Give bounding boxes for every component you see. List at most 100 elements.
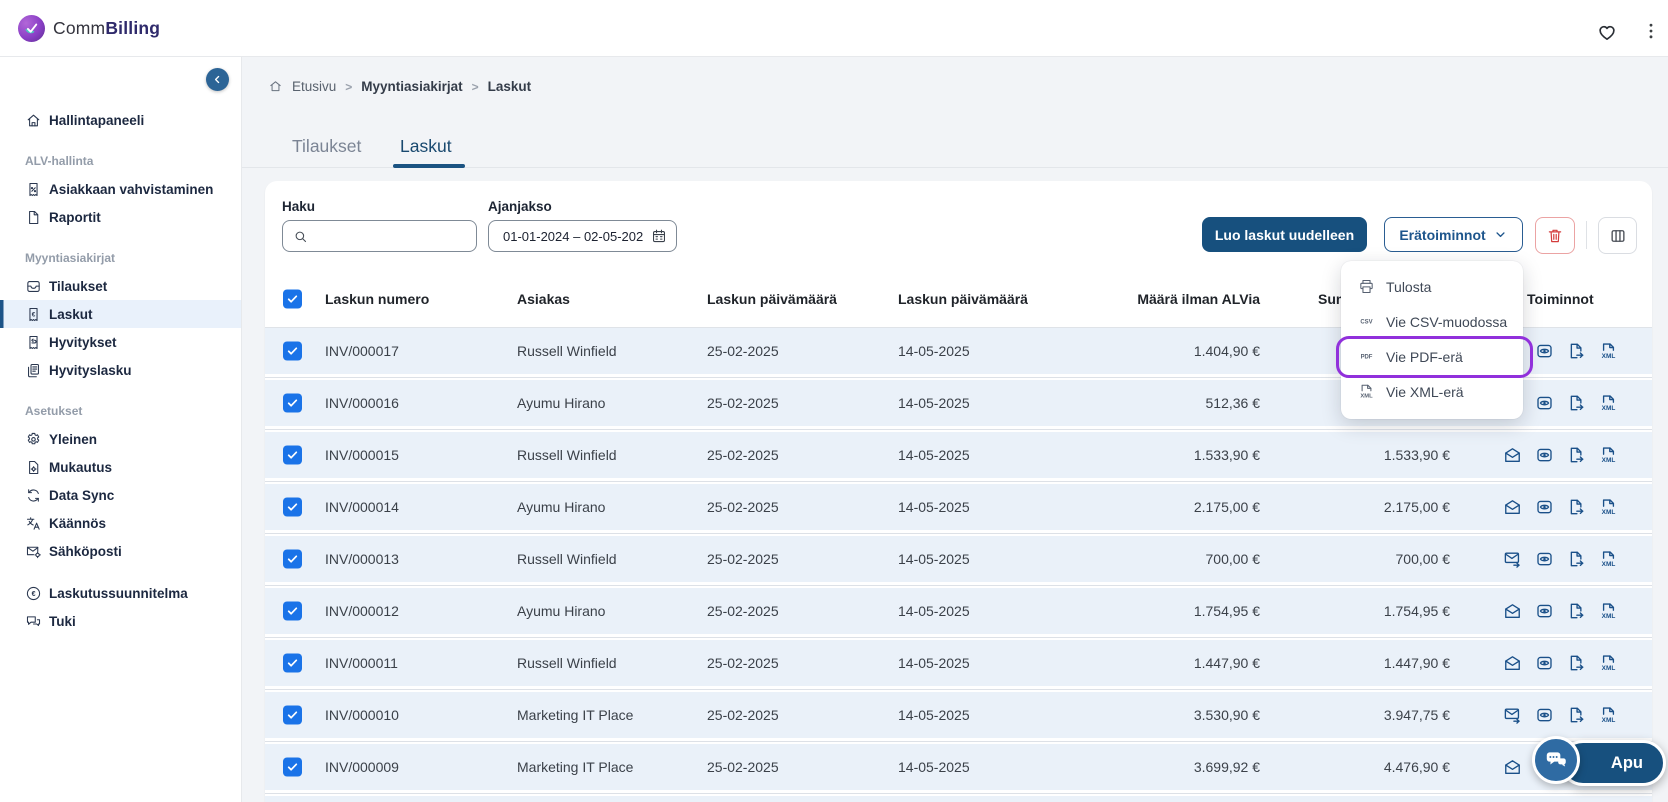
eye-icon[interactable] <box>1535 706 1554 725</box>
invoice-number: INV/000014 <box>325 499 399 515</box>
file-export-icon[interactable] <box>1567 498 1586 517</box>
sidebar-collapse-button[interactable] <box>206 68 229 91</box>
menu-item-vie-csv-muodossa[interactable]: CSV Vie CSV-muodossa <box>1341 304 1523 339</box>
recreate-invoices-button[interactable]: Luo laskut uudelleen <box>1202 217 1367 252</box>
eye-icon[interactable] <box>1535 550 1554 569</box>
sidebar-item-k-nn-s[interactable]: Käännös <box>0 509 241 537</box>
breadcrumb-home-icon[interactable] <box>268 79 283 94</box>
due-date: 14-05-2025 <box>898 759 970 775</box>
sidebar-item-data-sync[interactable]: Data Sync <box>0 481 241 509</box>
eye-icon[interactable] <box>1535 498 1554 517</box>
mail-open-icon[interactable] <box>1503 446 1522 465</box>
sidebar-item-s-hk-posti[interactable]: Sähköposti <box>0 537 241 565</box>
invoice-number: INV/000011 <box>325 655 398 671</box>
xml-icon[interactable]: XML <box>1599 446 1618 465</box>
eye-icon[interactable] <box>1535 446 1554 465</box>
file-export-icon[interactable] <box>1567 654 1586 673</box>
file-export-icon[interactable] <box>1567 706 1586 725</box>
invoice-date: 25-02-2025 <box>707 395 779 411</box>
mail-open-icon[interactable] <box>1503 758 1522 777</box>
eye-icon[interactable] <box>1535 342 1554 361</box>
menu-item-vie-xml-er-[interactable]: XML Vie XML-erä <box>1341 374 1523 409</box>
search-field[interactable] <box>315 221 476 251</box>
select-all-checkbox[interactable] <box>283 289 302 308</box>
tab-laskut[interactable]: Laskut <box>400 131 452 161</box>
xml-icon[interactable]: XML <box>1599 342 1618 361</box>
eye-icon[interactable] <box>1535 394 1554 413</box>
row-checkbox[interactable] <box>283 445 302 465</box>
row-checkbox[interactable] <box>283 601 302 621</box>
inbox-icon <box>25 278 42 295</box>
period-input[interactable]: 01-01-2024 – 02-05-202 <box>488 220 677 252</box>
invoice-number: INV/000013 <box>325 551 399 567</box>
breadcrumb-item[interactable]: Laskut <box>488 79 532 94</box>
row-actions: XML <box>1503 654 1618 673</box>
batch-actions-menu: Tulosta CSV Vie CSV-muodossa PDF Vie PDF-erä… <box>1341 261 1523 419</box>
svg-text:XML: XML <box>1602 405 1616 412</box>
printer-icon <box>1358 278 1375 295</box>
file-export-icon[interactable] <box>1567 342 1586 361</box>
row-checkbox[interactable] <box>283 653 302 673</box>
row-checkbox[interactable] <box>283 393 302 413</box>
sidebar-item-mukautus[interactable]: Mukautus <box>0 453 241 481</box>
sidebar-item-hyvityslasku[interactable]: Hyvityslasku <box>0 356 241 384</box>
search-input[interactable] <box>282 220 477 252</box>
sidebar-item-tilaukset[interactable]: Tilaukset <box>0 272 241 300</box>
row-checkbox[interactable] <box>283 757 302 777</box>
sidebar-item-laskutussuunnitelma[interactable]: € Laskutussuunnitelma <box>0 579 241 607</box>
chat-icon[interactable] <box>1532 736 1580 784</box>
file-export-icon[interactable] <box>1567 602 1586 621</box>
xml-icon[interactable]: XML <box>1599 498 1618 517</box>
sidebar-item-hyvitykset[interactable]: Hyvitykset <box>0 328 241 356</box>
xml-icon: XML <box>1358 383 1375 400</box>
menu-item-tulosta[interactable]: Tulosta <box>1341 269 1523 304</box>
kebab-menu-icon[interactable] <box>1641 21 1661 41</box>
toolbar-divider <box>1586 221 1587 249</box>
due-date: 14-05-2025 <box>898 603 970 619</box>
delete-button[interactable] <box>1535 217 1575 254</box>
sidebar-item-yleinen[interactable]: Yleinen <box>0 425 241 453</box>
customer-name: Russell Winfield <box>517 551 617 567</box>
sidebar-item-raportit[interactable]: Raportit <box>0 203 241 231</box>
sidebar-item-tuki[interactable]: Tuki <box>0 607 241 635</box>
row-checkbox[interactable] <box>283 705 302 725</box>
row-checkbox[interactable] <box>283 497 302 517</box>
file-export-icon[interactable] <box>1567 550 1586 569</box>
heart-icon[interactable] <box>1596 21 1618 43</box>
sidebar-section-label: ALV-hallinta <box>25 154 94 168</box>
breadcrumb-item[interactable]: Etusivu <box>292 79 336 94</box>
xml-icon[interactable]: XML <box>1599 394 1618 413</box>
columns-button[interactable] <box>1598 217 1637 254</box>
xml-icon[interactable]: XML <box>1599 602 1618 621</box>
home-icon <box>25 112 42 129</box>
row-checkbox[interactable] <box>283 549 302 569</box>
mail-open-icon[interactable] <box>1503 498 1522 517</box>
column-header: Asiakas <box>517 290 570 307</box>
xml-icon[interactable]: XML <box>1599 654 1618 673</box>
sidebar-item-asiakkaan-vahvistaminen[interactable]: Asiakkaan vahvistaminen <box>0 175 241 203</box>
amount-excl-vat: 1.447,90 € <box>1193 655 1260 671</box>
mail-open-icon[interactable] <box>1503 602 1522 621</box>
batch-actions-button[interactable]: Erätoiminnot <box>1384 217 1523 252</box>
breadcrumb-item[interactable]: Myyntiasiakirjat <box>361 79 462 94</box>
menu-item-vie-pdf-er-[interactable]: PDF Vie PDF-erä <box>1341 339 1523 374</box>
xml-icon[interactable]: XML <box>1599 706 1618 725</box>
tab-tilaukset[interactable]: Tilaukset <box>292 131 361 161</box>
mail-open-icon[interactable] <box>1503 654 1522 673</box>
row-actions: XML <box>1503 602 1618 621</box>
mail-send-icon[interactable] <box>1503 706 1522 725</box>
file-export-icon[interactable] <box>1567 394 1586 413</box>
due-date: 14-05-2025 <box>898 551 970 567</box>
brand-logo[interactable]: CommBilling <box>18 15 160 42</box>
sidebar-item-laskut[interactable]: € Laskut <box>0 300 241 328</box>
invoice-number: INV/000017 <box>325 343 399 359</box>
row-checkbox[interactable] <box>283 341 302 361</box>
total-amount: 1.754,95 € <box>1383 603 1450 619</box>
mail-send-icon[interactable] <box>1503 550 1522 569</box>
xml-icon[interactable]: XML <box>1599 550 1618 569</box>
eye-icon[interactable] <box>1535 602 1554 621</box>
invoice-number: INV/000010 <box>325 707 399 723</box>
sidebar-item-hallintapaneeli[interactable]: Hallintapaneeli <box>0 106 241 134</box>
eye-icon[interactable] <box>1535 654 1554 673</box>
file-export-icon[interactable] <box>1567 446 1586 465</box>
